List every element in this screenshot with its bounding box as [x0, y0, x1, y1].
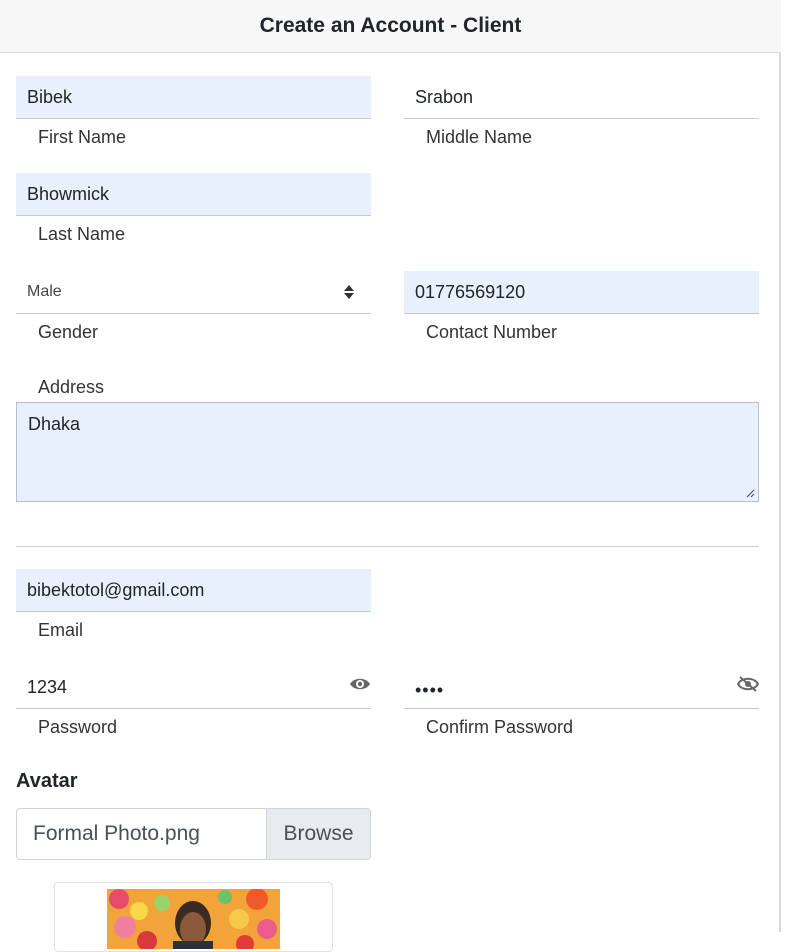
sort-caret-icon — [344, 285, 354, 299]
password-value: 1234 — [27, 677, 68, 697]
resize-grip-icon[interactable] — [745, 488, 755, 498]
gender-label: Gender — [38, 322, 99, 342]
middle-name-label: Middle Name — [426, 127, 533, 147]
first-name-value: Bibek — [27, 87, 73, 107]
avatar-file-input[interactable]: Formal Photo.png Browse — [16, 808, 371, 860]
eye-icon[interactable] — [349, 676, 371, 692]
confirm-password-input[interactable]: •••• — [404, 666, 759, 709]
page-title: Create an Account - Client — [259, 14, 522, 37]
address-value: Dhaka — [28, 414, 81, 434]
middle-name-input[interactable]: Srabon — [404, 76, 759, 119]
confirm-password-label: Confirm Password — [426, 717, 574, 737]
password-input[interactable]: 1234 — [16, 666, 371, 709]
address-textarea[interactable]: Dhaka — [16, 402, 759, 502]
browse-button[interactable]: Browse — [266, 809, 370, 859]
last-name-label: Last Name — [38, 224, 126, 244]
gender-select[interactable]: Male — [16, 271, 371, 314]
avatar-file-name: Formal Photo.png — [33, 822, 200, 845]
last-name-value: Bhowmick — [27, 184, 110, 204]
email-input[interactable]: bibektotol@gmail.com — [16, 569, 371, 612]
first-name-input[interactable]: Bibek — [16, 76, 371, 119]
email-value: bibektotol@gmail.com — [27, 580, 205, 600]
avatar-heading: Avatar — [16, 770, 78, 792]
contact-number-value: 01776569120 — [415, 282, 526, 302]
avatar-preview-card — [54, 882, 333, 952]
first-name-label: First Name — [38, 127, 127, 147]
eye-slash-icon[interactable] — [737, 676, 759, 692]
last-name-input[interactable]: Bhowmick — [16, 173, 371, 216]
contact-number-label: Contact Number — [426, 322, 558, 342]
section-divider — [16, 546, 759, 547]
page-header: Create an Account - Client — [0, 0, 781, 53]
middle-name-value: Srabon — [415, 87, 474, 107]
email-label: Email — [38, 620, 84, 640]
avatar-preview-image — [107, 889, 280, 949]
confirm-password-value: •••• — [415, 680, 445, 700]
password-label: Password — [38, 717, 118, 737]
contact-number-input[interactable]: 01776569120 — [404, 271, 759, 314]
gender-value: Male — [27, 283, 62, 300]
address-label: Address — [38, 377, 105, 397]
